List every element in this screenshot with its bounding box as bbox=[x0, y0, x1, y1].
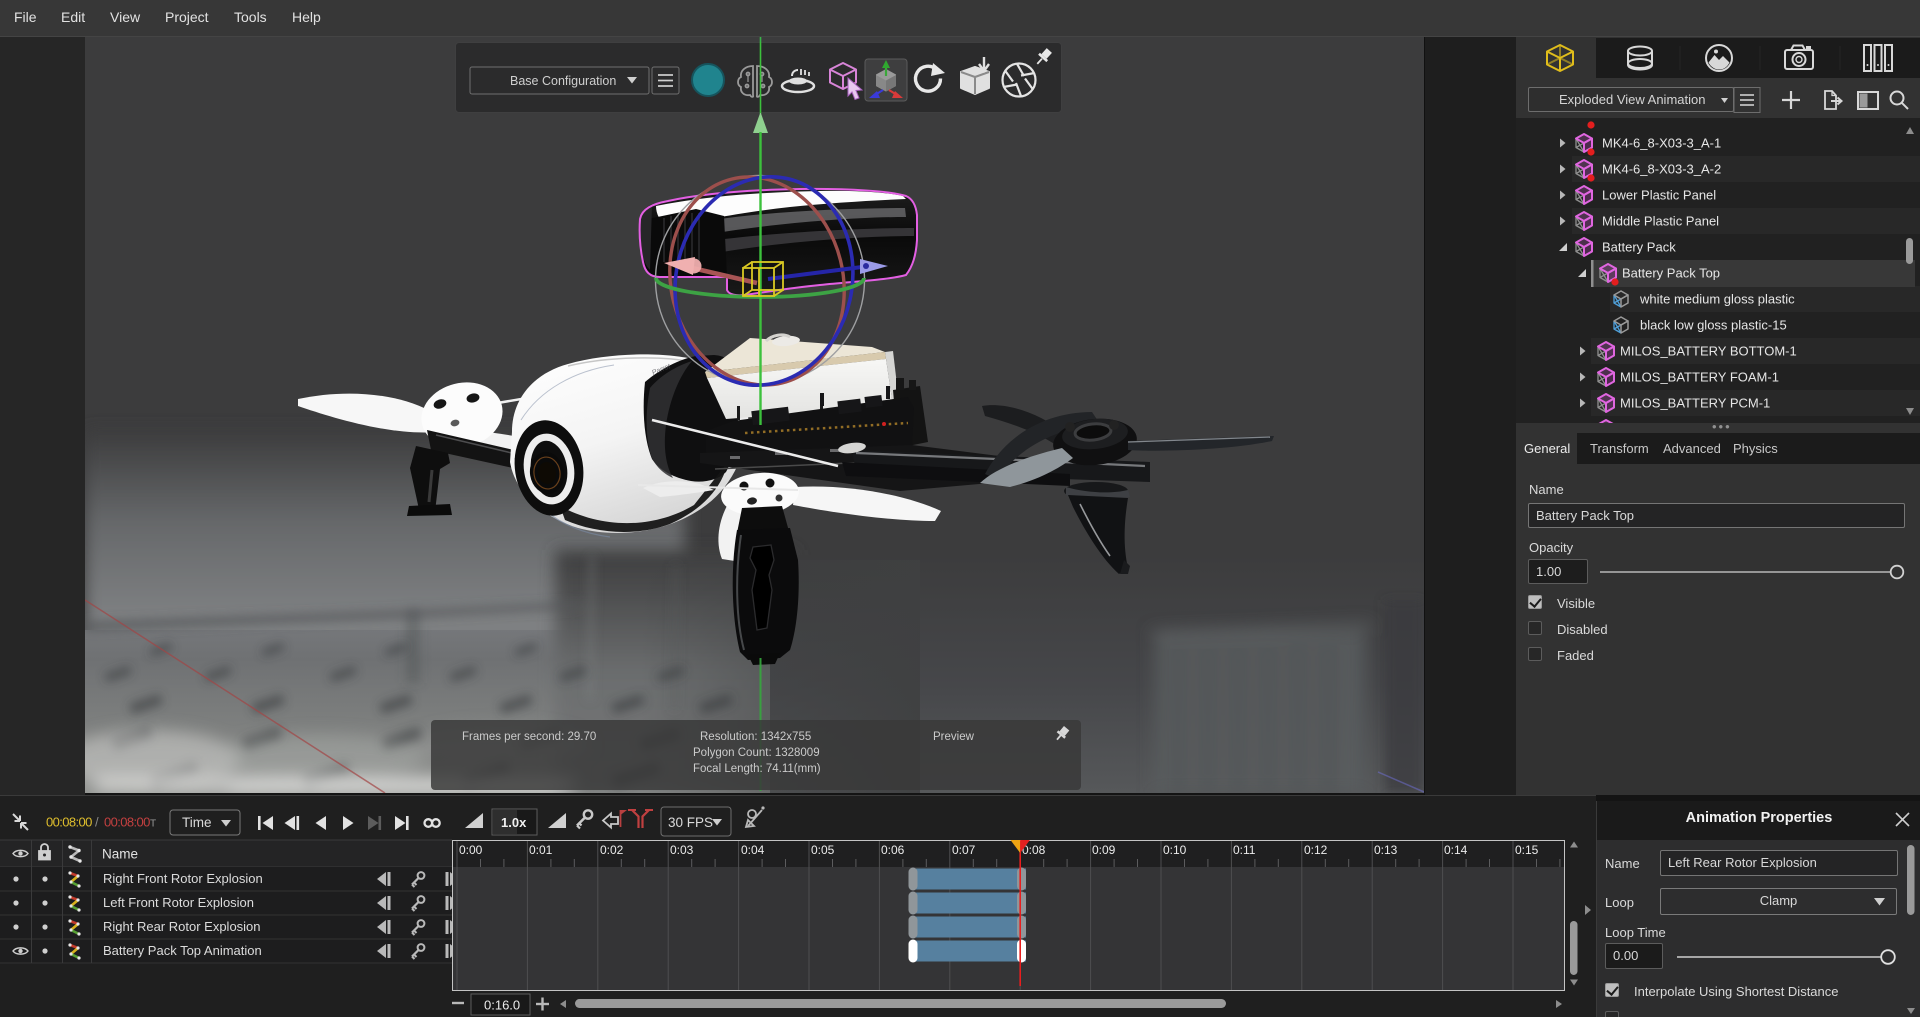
svg-text:Middle Plastic Panel: Middle Plastic Panel bbox=[1602, 214, 1719, 229]
svg-text:Base Configuration: Base Configuration bbox=[510, 74, 616, 88]
svg-text:0:03: 0:03 bbox=[670, 843, 694, 857]
svg-text:0:12: 0:12 bbox=[1304, 843, 1328, 857]
svg-text:0:13: 0:13 bbox=[1374, 843, 1398, 857]
svg-text:0:09: 0:09 bbox=[1092, 843, 1116, 857]
svg-text:MILOS_BATTERY BOTTOM-1: MILOS_BATTERY BOTTOM-1 bbox=[1620, 344, 1797, 359]
svg-text:0:06: 0:06 bbox=[881, 843, 905, 857]
svg-text:white medium gloss plastic: white medium gloss plastic bbox=[1639, 292, 1795, 307]
svg-text:MILOS_BATTERY FOAM-1: MILOS_BATTERY FOAM-1 bbox=[1620, 370, 1779, 385]
svg-text:Right Front Rotor Explosion: Right Front Rotor Explosion bbox=[103, 871, 263, 886]
svg-text:Right Rear Rotor Explosion: Right Rear Rotor Explosion bbox=[103, 919, 261, 934]
svg-text:/: / bbox=[95, 815, 99, 830]
svg-text:Time: Time bbox=[182, 815, 212, 830]
svg-text:Battery Pack Top Animation: Battery Pack Top Animation bbox=[103, 943, 262, 958]
svg-text:0:10: 0:10 bbox=[1163, 843, 1187, 857]
svg-text:0:14: 0:14 bbox=[1444, 843, 1468, 857]
svg-text:1.0x: 1.0x bbox=[501, 815, 527, 830]
svg-text:0:16.0: 0:16.0 bbox=[484, 998, 520, 1013]
svg-text:00:08:00: 00:08:00 bbox=[104, 815, 150, 830]
svg-text:30 FPS: 30 FPS bbox=[668, 815, 713, 830]
svg-text:MK4-6_8-X03-3_A-1: MK4-6_8-X03-3_A-1 bbox=[1602, 136, 1721, 151]
svg-text:Name: Name bbox=[102, 847, 138, 862]
svg-text:MILOS_BATTERY PCM-1: MILOS_BATTERY PCM-1 bbox=[1620, 396, 1770, 411]
svg-text:0:15: 0:15 bbox=[1515, 843, 1539, 857]
svg-text:Battery Pack: Battery Pack bbox=[1602, 240, 1676, 255]
svg-text:00:08:00: 00:08:00 bbox=[46, 815, 92, 830]
svg-text:black low gloss plastic-15: black low gloss plastic-15 bbox=[1640, 318, 1787, 333]
svg-text:Lower Plastic Panel: Lower Plastic Panel bbox=[1602, 188, 1716, 203]
svg-text:0:01: 0:01 bbox=[529, 843, 553, 857]
svg-text:0:02: 0:02 bbox=[600, 843, 624, 857]
svg-text:0:00: 0:00 bbox=[459, 843, 483, 857]
svg-text:Left Front Rotor Explosion: Left Front Rotor Explosion bbox=[103, 895, 254, 910]
svg-text:0:05: 0:05 bbox=[811, 843, 835, 857]
svg-text:0:11: 0:11 bbox=[1233, 843, 1256, 857]
svg-text:0:04: 0:04 bbox=[741, 843, 765, 857]
svg-text:Battery Pack Top: Battery Pack Top bbox=[1622, 266, 1720, 281]
svg-text:0:07: 0:07 bbox=[952, 843, 976, 857]
svg-text:MK4-6_8-X03-3_A-2: MK4-6_8-X03-3_A-2 bbox=[1602, 162, 1721, 177]
svg-text:T: T bbox=[150, 819, 156, 830]
